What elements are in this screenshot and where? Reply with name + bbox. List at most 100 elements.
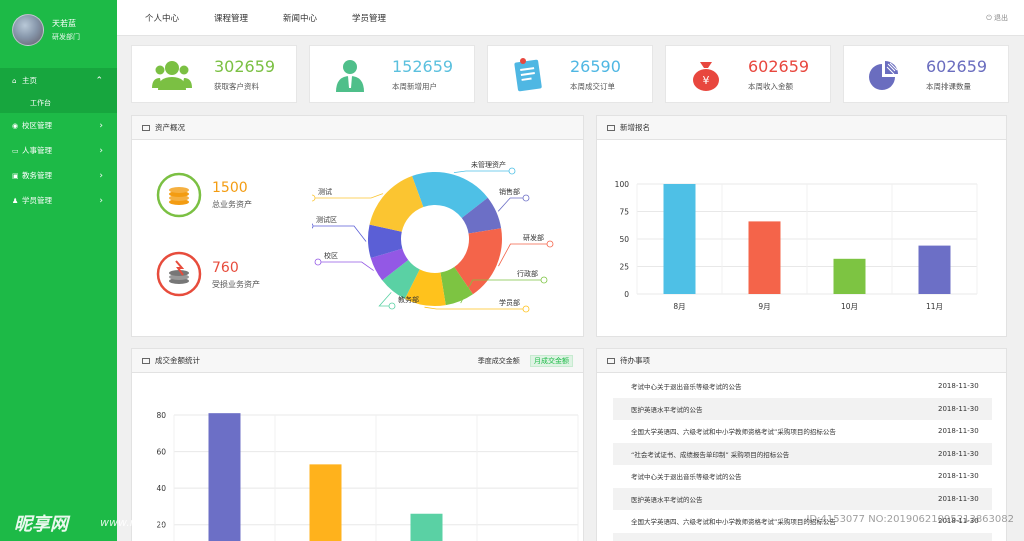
x-tick-label: 11月 [926, 302, 943, 311]
sidebar-item-home[interactable]: ⌂ 主页 ⌃ [0, 68, 117, 93]
todo-date: 2018-11-30 [938, 382, 979, 390]
sidebar-item-campus[interactable]: ◉ 校区管理 › [0, 113, 117, 138]
todo-row[interactable]: 医护英语水平考试的公告 2018-11-30 [613, 487, 992, 510]
watermark-url: www.nipic.cn [100, 516, 173, 529]
todo-row[interactable]: 全国大学英语四、六级考试和中小学教师资格考试”采购项目的招标公告 2018-11-… [613, 420, 992, 442]
sidebar-item-student[interactable]: ♟ 学员管理 › [0, 188, 117, 213]
donut-label: 校区 [324, 251, 338, 260]
chevron-right-icon: › [99, 170, 103, 181]
assets-panel: 资产概况 1500 总业务资产 760 受损业务资产 未管理资产 销售部 研发部 行政… [131, 115, 584, 337]
donut-leader-line [453, 170, 512, 174]
hr-icon: ▭ [12, 146, 19, 155]
topnav-students[interactable]: 学员管理 [352, 12, 386, 24]
stat-label: 本周排课数量 [926, 82, 971, 91]
todo-row[interactable]: “社会考试证书、成绩报告单印制” 采购项目的招标公告2018-11-30 [613, 442, 992, 465]
todo-title: 医护英语水平考试的公告 [631, 405, 703, 414]
donut-leader-dot [508, 167, 516, 175]
donut-label: 测试区 [316, 215, 337, 224]
panel-header: 资产概况 [132, 116, 583, 140]
academic-icon: ▣ [12, 171, 19, 180]
todo-date: 2018-11-30 [938, 427, 979, 435]
bar [833, 258, 866, 294]
users-icon [152, 61, 192, 90]
donut-label: 行政部 [517, 269, 538, 278]
damaged-assets-label: 受损业务资产 [212, 280, 260, 289]
todo-title: 考试中心关于退出音乐等级考试的公告 [631, 383, 742, 391]
donut-leader-line [424, 306, 526, 310]
damaged-assets-value: 760 [212, 260, 239, 276]
user-profile: 天若蓝 研发部门 [0, 0, 117, 60]
signup-bar-chart: 0 25 50 75 100 8月 9月 10月 11月 [615, 180, 978, 311]
donut-leader-dot [522, 305, 530, 313]
deals-bar-chart: 204060808月9月10月11月 [156, 411, 579, 541]
donut-leader-dot [314, 258, 322, 266]
donut-leader-dot [546, 240, 554, 248]
x-tick-label: 9月 [758, 302, 770, 311]
y-tick-label: 80 [156, 411, 166, 420]
signup-panel: 新增报名 0 25 50 75 100 8月 9月 10月 11月 [596, 115, 1007, 337]
top-bar: 个人中心 课程管理 新闻中心 学员管理 ⏻ 退出 [117, 0, 1024, 36]
donut-label: 学员部 [499, 298, 520, 307]
avatar[interactable] [12, 14, 44, 46]
todo-title: “社会考试证书、成绩报告单印制” 采购项目的招标公告 [631, 450, 790, 459]
stat-card-orders: 26590 本周成交订单 [487, 45, 653, 103]
watermark-id: ID:4153077 NO:20190621095213863082 [806, 514, 1014, 525]
coins-icon [156, 172, 202, 218]
toggle-quarterly[interactable]: 季度成交金额 [478, 357, 520, 365]
donut-label: 未管理资产 [471, 160, 506, 169]
chevron-right-icon: › [99, 120, 103, 131]
topnav-news[interactable]: 新闻中心 [283, 12, 317, 24]
sidebar-item-academic[interactable]: ▣ 教务管理 › [0, 163, 117, 188]
todo-title: 考试中心关于退出音乐等级考试的公告 [631, 473, 742, 481]
sidebar-item-label: 主页 [22, 76, 37, 85]
sidebar: 天若蓝 研发部门 ⌂ 主页 ⌃ 工作台 ◉ 校区管理 › ▭ 人事管理 › ▣ … [0, 0, 117, 541]
todo-panel: 待办事项 考试中心关于退出音乐等级考试的公告 2018-11-30 医护英语水平考试… [596, 348, 1007, 541]
logout-icon: ⏻ [986, 14, 992, 22]
donut-leader-line [312, 225, 367, 242]
toggle-monthly[interactable]: 月成交金额 [530, 355, 573, 367]
stat-card-new-users: 152659 本周新增用户 [309, 45, 475, 103]
deals-toggle: 季度成交金额 月成交金额 [478, 355, 573, 367]
chevron-right-icon: › [99, 145, 103, 156]
campus-icon: ◉ [12, 121, 19, 130]
bar [208, 413, 241, 541]
todo-date: 2018-11-30 [938, 494, 979, 503]
donut-leader-dot [522, 194, 530, 202]
todo-row[interactable]: 考试中心关于退出音乐等级考试的公告 2018-11-30 [613, 375, 992, 397]
donut-leader-dot [388, 302, 396, 310]
todo-row[interactable]: 医护英语水平考试的公告 2018-11-30 [613, 397, 992, 420]
y-tick-label: 40 [156, 484, 166, 493]
donut-leader-line [498, 243, 550, 267]
x-tick-label: 8月 [673, 302, 685, 311]
sidebar-subitem-workbench[interactable]: 工作台 [0, 93, 117, 113]
sidebar-item-hr[interactable]: ▭ 人事管理 › [0, 138, 117, 163]
total-assets-value: 1500 [212, 180, 248, 196]
home-icon: ⌂ [12, 76, 17, 85]
chevron-right-icon: › [99, 195, 103, 206]
stat-label: 本周成交订单 [570, 82, 615, 91]
todo-date: 2018-11-30 [938, 404, 979, 413]
user-name: 天若蓝 [52, 19, 76, 28]
topnav-personal[interactable]: 个人中心 [145, 12, 179, 24]
todo-row[interactable]: “社会考试证书、成绩报告单印制” 采购项目的招标公告2018-11-30 [613, 532, 992, 541]
sidebar-item-label: 学员管理 [22, 196, 52, 205]
donut-label: 销售部 [499, 187, 520, 196]
bar [663, 184, 696, 294]
new-user-icon [336, 60, 364, 92]
panel-title: 资产概况 [155, 123, 185, 132]
donut-label: 研发部 [523, 233, 544, 242]
donut-label: 教务部 [398, 295, 419, 304]
todo-row[interactable]: 考试中心关于退出音乐等级考试的公告 2018-11-30 [613, 465, 992, 487]
topnav-courses[interactable]: 课程管理 [214, 12, 248, 24]
x-tick-label: 10月 [841, 302, 858, 311]
panel-title: 待办事项 [620, 356, 650, 365]
stat-value: 602659 [748, 57, 810, 76]
logout-button[interactable]: ⏻ 退出 [986, 13, 1008, 23]
chevron-up-icon: ⌃ [95, 75, 103, 86]
panel-title: 成交金额统计 [155, 356, 200, 365]
logout-label: 退出 [994, 14, 1008, 22]
damaged-coins-icon [156, 251, 202, 297]
deals-panel: 成交金额统计 季度成交金额 月成交金额 204060808月9月10月11月 [131, 348, 584, 541]
student-icon: ♟ [12, 196, 19, 205]
donut-label: 测试 [318, 187, 332, 196]
